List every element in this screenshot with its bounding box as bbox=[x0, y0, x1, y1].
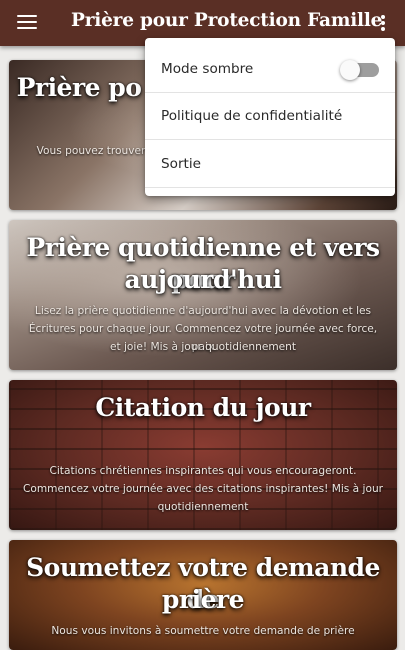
menu-item-dark-mode[interactable]: Mode sombre bbox=[145, 46, 395, 93]
menu-item-label: Mode sombre bbox=[161, 61, 254, 77]
app-title: Prière pour Protection Famille bbox=[71, 10, 383, 31]
toggle-thumb bbox=[340, 60, 360, 80]
menu-item-privacy-policy[interactable]: Politique de confidentialité bbox=[145, 93, 395, 140]
menu-item-label: Sortie bbox=[161, 156, 202, 172]
overflow-menu: Mode sombre Politique de confidentialité… bbox=[145, 38, 395, 196]
card-title-line-2: aujourd'hui bbox=[124, 265, 282, 294]
menu-item-label: Politique de confidentialité bbox=[161, 108, 343, 124]
dark-mode-toggle[interactable] bbox=[340, 60, 379, 80]
card-description-line-3: et joie! Mis à jour quotidiennement bbox=[109, 341, 297, 353]
card-submit-prayer[interactable]: Soumettez votre demande de prière Nous v… bbox=[9, 540, 397, 650]
card-title-line-2: prière bbox=[161, 585, 245, 614]
card-daily-prayer[interactable]: Prière quotidienne et vers pour aujourd'… bbox=[9, 220, 397, 370]
menu-item-exit[interactable]: Sortie bbox=[145, 141, 395, 188]
card-title: Citation du jour bbox=[95, 393, 311, 422]
card-description-line-1: Citations chrétiennes inspirantes qui vo… bbox=[49, 465, 357, 477]
card-description-line-1: Lisez la prière quotidienne d'aujourd'hu… bbox=[34, 305, 372, 317]
card-description-line-3: quotidiennement bbox=[157, 501, 249, 513]
card-quote-of-day[interactable]: Citation du jour Citations chrétiennes i… bbox=[9, 380, 397, 530]
hamburger-menu-icon[interactable] bbox=[17, 15, 37, 29]
more-vert-icon[interactable] bbox=[380, 14, 386, 32]
card-description-line-1: Nous vous invitons à soumettre votre dem… bbox=[51, 625, 355, 637]
card-description-line-2: Commencez votre journée avec des citatio… bbox=[22, 483, 384, 495]
